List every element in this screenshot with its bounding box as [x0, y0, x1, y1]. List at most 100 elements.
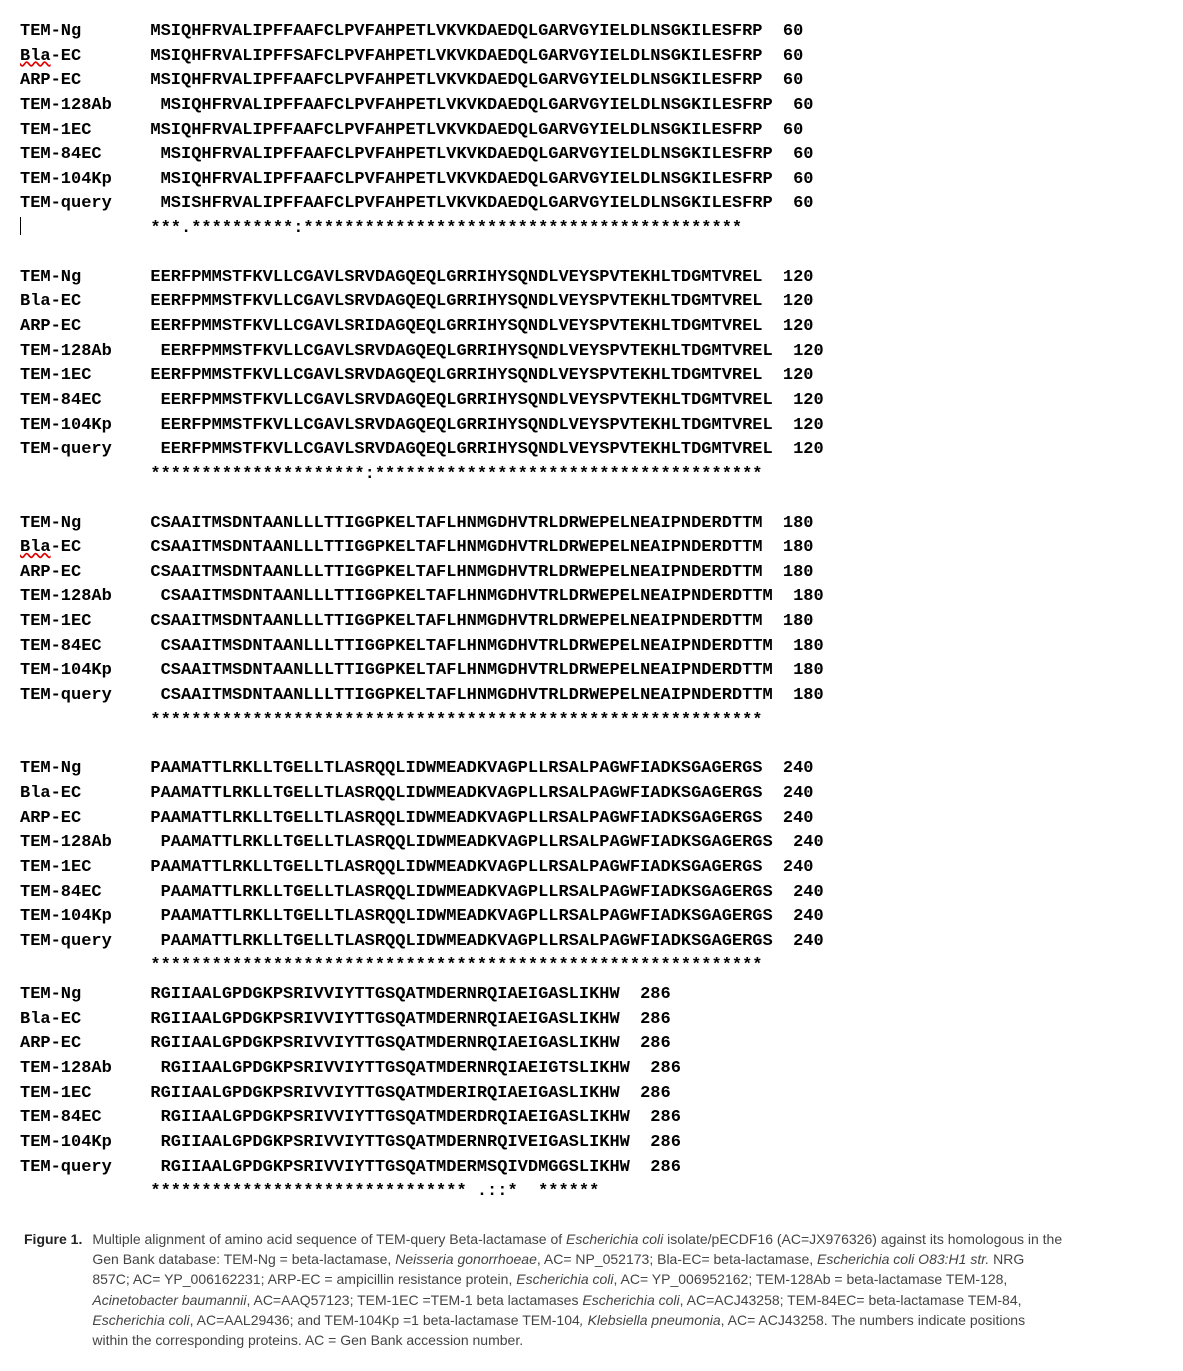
sequence-label: TEM-1EC	[20, 610, 130, 635]
sequence-label: TEM-128Ab	[20, 585, 130, 610]
alignment-row: TEM-1EC RGIIAALGPDGKPSRIVVIYTTGSQATMDERI…	[20, 1082, 1163, 1107]
sequence-text: EERFPMMSTFKVLLCGAVLSRVDAGQEQLGRRIHYSQNDL…	[130, 340, 824, 365]
sequence-text: CSAAITMSDNTAANLLLTTIGGPKELTAFLHNMGDHVTRL…	[130, 610, 814, 635]
sequence-text: CSAAITMSDNTAANLLLTTIGGPKELTAFLHNMGDHVTRL…	[130, 585, 824, 610]
alignment-row: TEM-84EC MSIQHFRVALIPFFAAFCLPVFAHPETLVKV…	[20, 143, 1163, 168]
sequence-label: TEM-1EC	[20, 364, 130, 389]
conservation-row: *********************:******************…	[20, 463, 1163, 488]
sequence-label: ARP-EC	[20, 561, 130, 586]
sequence-label: TEM-1EC	[20, 119, 130, 144]
conservation-line: ****************************************…	[130, 709, 763, 734]
sequence-text: RGIIAALGPDGKPSRIVVIYTTGSQATMDERNRQIVEIGA…	[130, 1131, 681, 1156]
conservation-line: ****************************************…	[130, 954, 763, 979]
alignment-row: ARP-EC CSAAITMSDNTAANLLLTTIGGPKELTAFLHNM…	[20, 561, 1163, 586]
alignment-row: ARP-EC MSIQHFRVALIPFFAAFCLPVFAHPETLVKVKD…	[20, 69, 1163, 94]
alignment-row: TEM-128Ab PAAMATTLRKLLTGELLTLASRQQLIDWME…	[20, 831, 1163, 856]
sequence-text: MSIQHFRVALIPFFAAFCLPVFAHPETLVKVKDAEDQLGA…	[130, 69, 803, 94]
sequence-text: EERFPMMSTFKVLLCGAVLSRVDAGQEQLGRRIHYSQNDL…	[130, 389, 824, 414]
sequence-text: EERFPMMSTFKVLLCGAVLSRVDAGQEQLGRRIHYSQNDL…	[130, 266, 814, 291]
alignment-row: TEM-104Kp EERFPMMSTFKVLLCGAVLSRVDAGQEQLG…	[20, 414, 1163, 439]
alignment-row: TEM-128Ab EERFPMMSTFKVLLCGAVLSRVDAGQEQLG…	[20, 340, 1163, 365]
alignment-row: TEM-Ng MSIQHFRVALIPFFAAFCLPVFAHPETLVKVKD…	[20, 20, 1163, 45]
figure-caption: Figure 1. Multiple alignment of amino ac…	[20, 1229, 1064, 1351]
conservation-label	[20, 463, 130, 488]
sequence-label: TEM-104Kp	[20, 414, 130, 439]
sequence-text: MSIQHFRVALIPFFAAFCLPVFAHPETLVKVKDAEDQLGA…	[130, 119, 803, 144]
sequence-label: ARP-EC	[20, 315, 130, 340]
alignment-row: TEM-1EC MSIQHFRVALIPFFAAFCLPVFAHPETLVKVK…	[20, 119, 1163, 144]
alignment-block: TEM-Ng MSIQHFRVALIPFFAAFCLPVFAHPETLVKVKD…	[20, 20, 1163, 242]
sequence-label: TEM-query	[20, 684, 130, 709]
sequence-text: EERFPMMSTFKVLLCGAVLSRVDAGQEQLGRRIHYSQNDL…	[130, 290, 814, 315]
sequence-label: TEM-128Ab	[20, 1057, 130, 1082]
sequence-label: TEM-84EC	[20, 635, 130, 660]
alignment-row: ARP-EC PAAMATTLRKLLTGELLTLASRQQLIDWMEADK…	[20, 807, 1163, 832]
alignment-row: TEM-query EERFPMMSTFKVLLCGAVLSRVDAGQEQLG…	[20, 438, 1163, 463]
sequence-text: EERFPMMSTFKVLLCGAVLSRVDAGQEQLGRRIHYSQNDL…	[130, 364, 814, 389]
sequence-text: MSIQHFRVALIPFFAAFCLPVFAHPETLVKVKDAEDQLGA…	[130, 143, 814, 168]
alignment-row: TEM-128Ab CSAAITMSDNTAANLLLTTIGGPKELTAFL…	[20, 585, 1163, 610]
alignment-row: TEM-1EC CSAAITMSDNTAANLLLTTIGGPKELTAFLHN…	[20, 610, 1163, 635]
sequence-label: TEM-Ng	[20, 757, 130, 782]
sequence-text: RGIIAALGPDGKPSRIVVIYTTGSQATMDERNRQIAEIGA…	[130, 983, 671, 1008]
sequence-text: PAAMATTLRKLLTGELLTLASRQQLIDWMEADKVAGPLLR…	[130, 831, 824, 856]
conservation-label	[20, 1180, 130, 1205]
alignment-row: TEM-84EC EERFPMMSTFKVLLCGAVLSRVDAGQEQLGR…	[20, 389, 1163, 414]
conservation-line: ***.**********:*************************…	[130, 217, 742, 242]
alignment-row: TEM-104Kp RGIIAALGPDGKPSRIVVIYTTGSQATMDE…	[20, 1131, 1163, 1156]
alignment-row: Bla-EC EERFPMMSTFKVLLCGAVLSRVDAGQEQLGRRI…	[20, 290, 1163, 315]
sequence-text: CSAAITMSDNTAANLLLTTIGGPKELTAFLHNMGDHVTRL…	[130, 561, 814, 586]
sequence-text: RGIIAALGPDGKPSRIVVIYTTGSQATMDERNRQIAEIGT…	[130, 1057, 681, 1082]
sequence-label: TEM-Ng	[20, 266, 130, 291]
sequence-text: EERFPMMSTFKVLLCGAVLSRIDAGQEQLGRRIHYSQNDL…	[130, 315, 814, 340]
sequence-text: RGIIAALGPDGKPSRIVVIYTTGSQATMDERMSQIVDMGG…	[130, 1156, 681, 1181]
alignment-row: TEM-104Kp MSIQHFRVALIPFFAAFCLPVFAHPETLVK…	[20, 168, 1163, 193]
alignment-row: Bla-EC MSIQHFRVALIPFFSAFCLPVFAHPETLVKVKD…	[20, 45, 1163, 70]
sequence-label: TEM-84EC	[20, 1106, 130, 1131]
sequence-label: Bla-EC	[20, 1008, 130, 1033]
alignment-row: TEM-84EC RGIIAALGPDGKPSRIVVIYTTGSQATMDER…	[20, 1106, 1163, 1131]
sequence-label: Bla-EC	[20, 290, 130, 315]
alignment-row: TEM-1EC EERFPMMSTFKVLLCGAVLSRVDAGQEQLGRR…	[20, 364, 1163, 389]
sequence-label: ARP-EC	[20, 807, 130, 832]
sequence-label: TEM-Ng	[20, 20, 130, 45]
sequence-label: TEM-84EC	[20, 143, 130, 168]
sequence-label: TEM-query	[20, 192, 130, 217]
sequence-label: TEM-Ng	[20, 983, 130, 1008]
sequence-label: TEM-104Kp	[20, 905, 130, 930]
alignment-row: TEM-1EC PAAMATTLRKLLTGELLTLASRQQLIDWMEAD…	[20, 856, 1163, 881]
conservation-line: *********************:******************…	[130, 463, 763, 488]
sequence-text: CSAAITMSDNTAANLLLTTIGGPKELTAFLHNMGDHVTRL…	[130, 512, 814, 537]
sequence-label: ARP-EC	[20, 69, 130, 94]
conservation-line: ******************************* .::* ***…	[130, 1180, 599, 1205]
sequence-text: MSIQHFRVALIPFFAAFCLPVFAHPETLVKVKDAEDQLGA…	[130, 20, 803, 45]
sequence-label: TEM-128Ab	[20, 340, 130, 365]
alignment-row: TEM-128Ab MSIQHFRVALIPFFAAFCLPVFAHPETLVK…	[20, 94, 1163, 119]
alignment-row: TEM-Ng EERFPMMSTFKVLLCGAVLSRVDAGQEQLGRRI…	[20, 266, 1163, 291]
sequence-text: MSISHFRVALIPFFAAFCLPVFAHPETLVKVKDAEDQLGA…	[130, 192, 814, 217]
sequence-text: RGIIAALGPDGKPSRIVVIYTTGSQATMDERDRQIAEIGA…	[130, 1106, 681, 1131]
alignment-row: TEM-Ng PAAMATTLRKLLTGELLTLASRQQLIDWMEADK…	[20, 757, 1163, 782]
sequence-label: TEM-104Kp	[20, 168, 130, 193]
sequence-label: Bla-EC	[20, 45, 130, 70]
alignment-row: ARP-EC RGIIAALGPDGKPSRIVVIYTTGSQATMDERNR…	[20, 1032, 1163, 1057]
text-cursor-icon	[20, 217, 21, 235]
sequence-text: EERFPMMSTFKVLLCGAVLSRVDAGQEQLGRRIHYSQNDL…	[130, 414, 824, 439]
conservation-row: ****************************************…	[20, 709, 1163, 734]
conservation-row: ******************************* .::* ***…	[20, 1180, 1163, 1205]
alignment-block: TEM-Ng PAAMATTLRKLLTGELLTLASRQQLIDWMEADK…	[20, 757, 1163, 979]
sequence-label: TEM-query	[20, 438, 130, 463]
alignment-row: TEM-query CSAAITMSDNTAANLLLTTIGGPKELTAFL…	[20, 684, 1163, 709]
sequence-label: TEM-query	[20, 1156, 130, 1181]
sequence-text: RGIIAALGPDGKPSRIVVIYTTGSQATMDERNRQIAEIGA…	[130, 1032, 671, 1057]
alignment-block: TEM-Ng EERFPMMSTFKVLLCGAVLSRVDAGQEQLGRRI…	[20, 266, 1163, 488]
conservation-label	[20, 217, 130, 242]
alignment-row: TEM-84EC CSAAITMSDNTAANLLLTTIGGPKELTAFLH…	[20, 635, 1163, 660]
sequence-text: EERFPMMSTFKVLLCGAVLSRVDAGQEQLGRRIHYSQNDL…	[130, 438, 824, 463]
alignment-row: TEM-query PAAMATTLRKLLTGELLTLASRQQLIDWME…	[20, 930, 1163, 955]
conservation-label	[20, 709, 130, 734]
figure-caption-text: Multiple alignment of amino acid sequenc…	[92, 1229, 1064, 1351]
figure-label: Figure 1.	[24, 1229, 82, 1351]
sequence-text: PAAMATTLRKLLTGELLTLASRQQLIDWMEADKVAGPLLR…	[130, 782, 814, 807]
conservation-label	[20, 954, 130, 979]
